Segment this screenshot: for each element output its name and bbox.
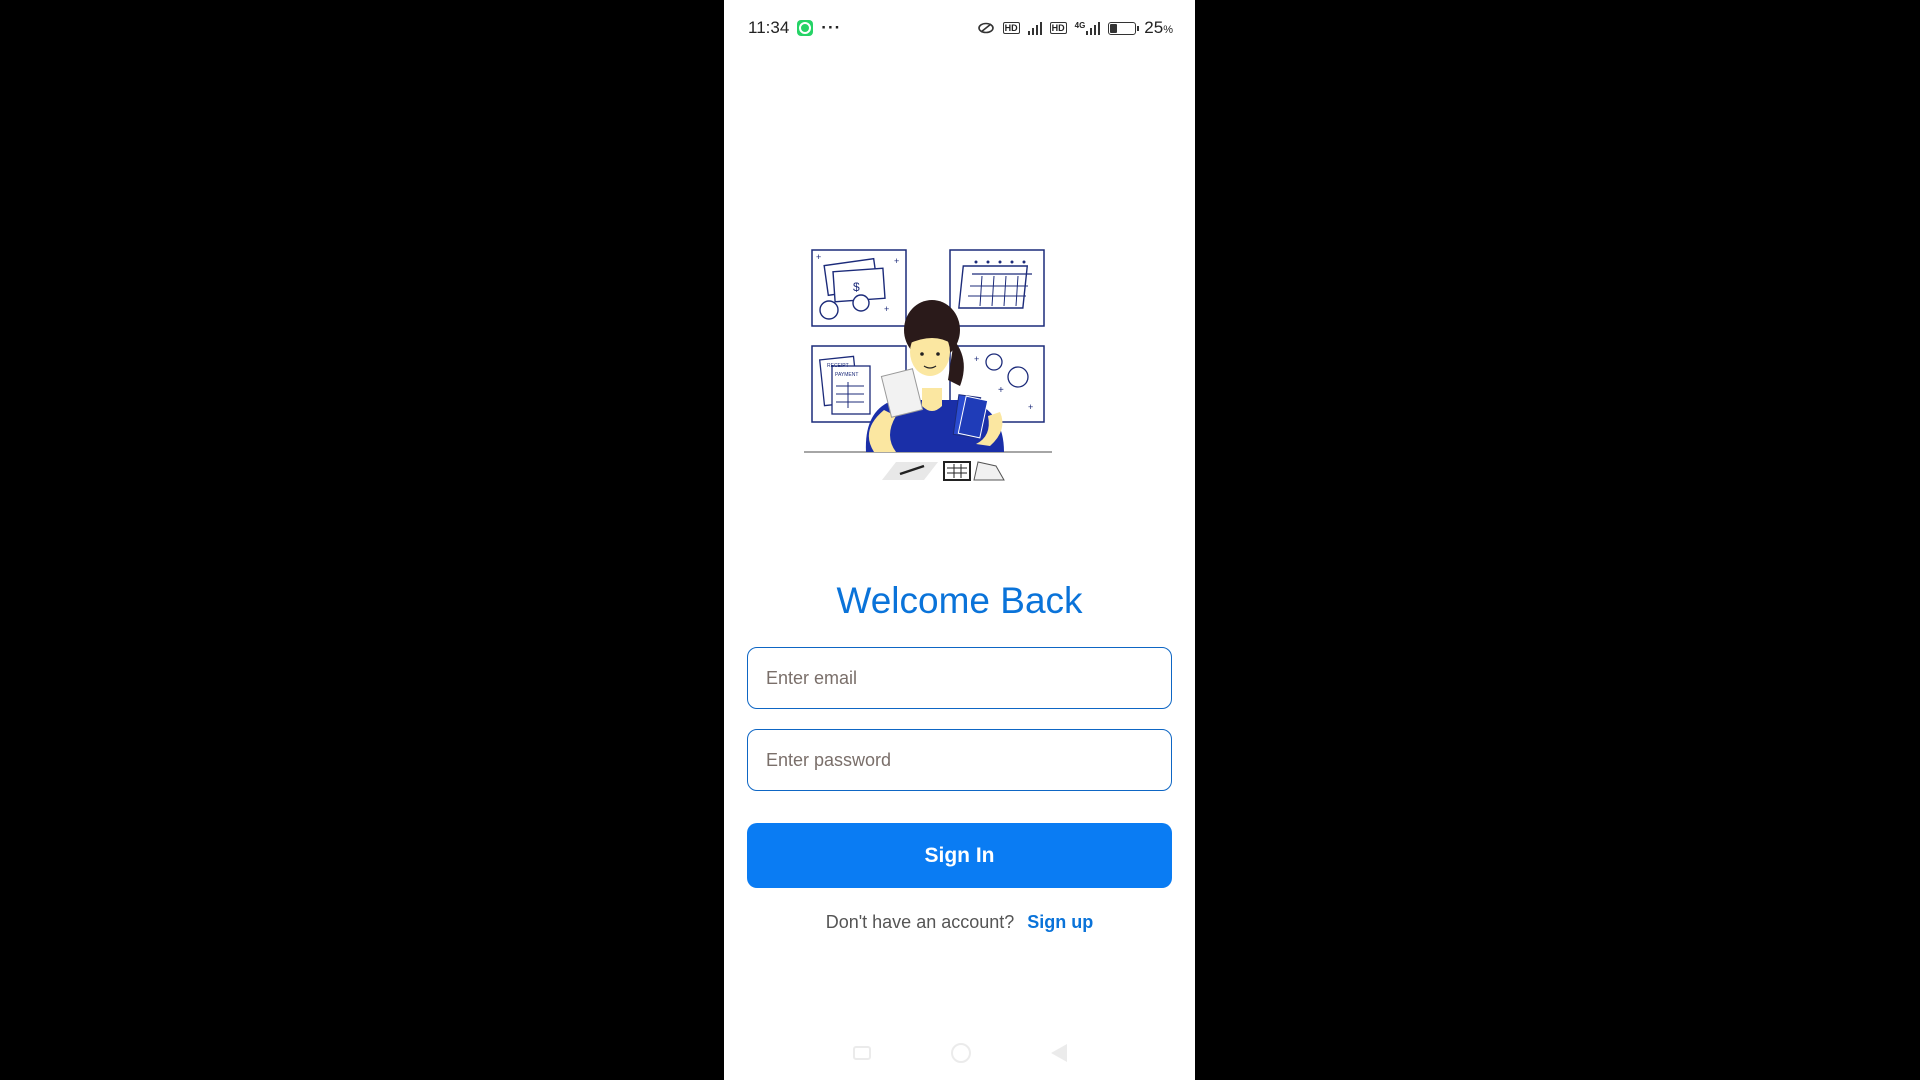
svg-text:+: +: [1028, 402, 1033, 412]
battery-level: [1110, 23, 1117, 33]
link-icon: [977, 22, 994, 34]
network-label: 4G: [1074, 21, 1086, 30]
sign-up-link[interactable]: Sign up: [1027, 912, 1093, 932]
status-time: 11:34: [748, 18, 790, 37]
signal-icon: [1027, 21, 1042, 35]
signup-prompt: Don't have an account? Sign up: [724, 912, 1195, 933]
svg-text:+: +: [998, 385, 1004, 396]
recents-icon[interactable]: [852, 1046, 871, 1060]
back-icon[interactable]: [1050, 1044, 1067, 1062]
whatsapp-icon: [797, 20, 814, 36]
status-left: 11:34 ···: [748, 18, 841, 38]
phone-screen: 11:34 ··· HD HD 4G 25% $ + + + RECEIPT P…: [724, 0, 1195, 1080]
hd-icon: HD: [1002, 22, 1020, 34]
signal-4g-icon: 4G: [1075, 21, 1101, 35]
svg-text:+: +: [974, 354, 979, 364]
sign-in-button[interactable]: Sign In: [747, 823, 1172, 888]
no-account-text: Don't have an account?: [825, 912, 1015, 932]
hd-icon-2: HD: [1049, 22, 1067, 34]
password-field[interactable]: [747, 729, 1172, 791]
battery-icon: [1108, 21, 1140, 35]
svg-text:+: +: [884, 304, 889, 314]
battery-percent: 25%: [1144, 18, 1173, 37]
payment-label: PAYMENT: [835, 372, 858, 378]
receipt-label: RECEIPT: [827, 363, 849, 369]
accounting-illustration: $ + + + RECEIPT PAYMENT + + +: [804, 249, 1052, 481]
email-field[interactable]: [747, 647, 1172, 709]
more-notifications-icon: ···: [821, 18, 842, 37]
svg-text:+: +: [894, 256, 899, 266]
status-right: HD HD 4G 25%: [977, 18, 1173, 38]
page-title: Welcome Back: [836, 580, 1083, 621]
dollar-sign: $: [853, 280, 860, 294]
status-bar: 11:34 ··· HD HD 4G 25%: [724, 0, 1195, 56]
system-nav-bar: [724, 1040, 1195, 1066]
home-icon[interactable]: [950, 1043, 971, 1063]
svg-text:+: +: [816, 252, 821, 262]
